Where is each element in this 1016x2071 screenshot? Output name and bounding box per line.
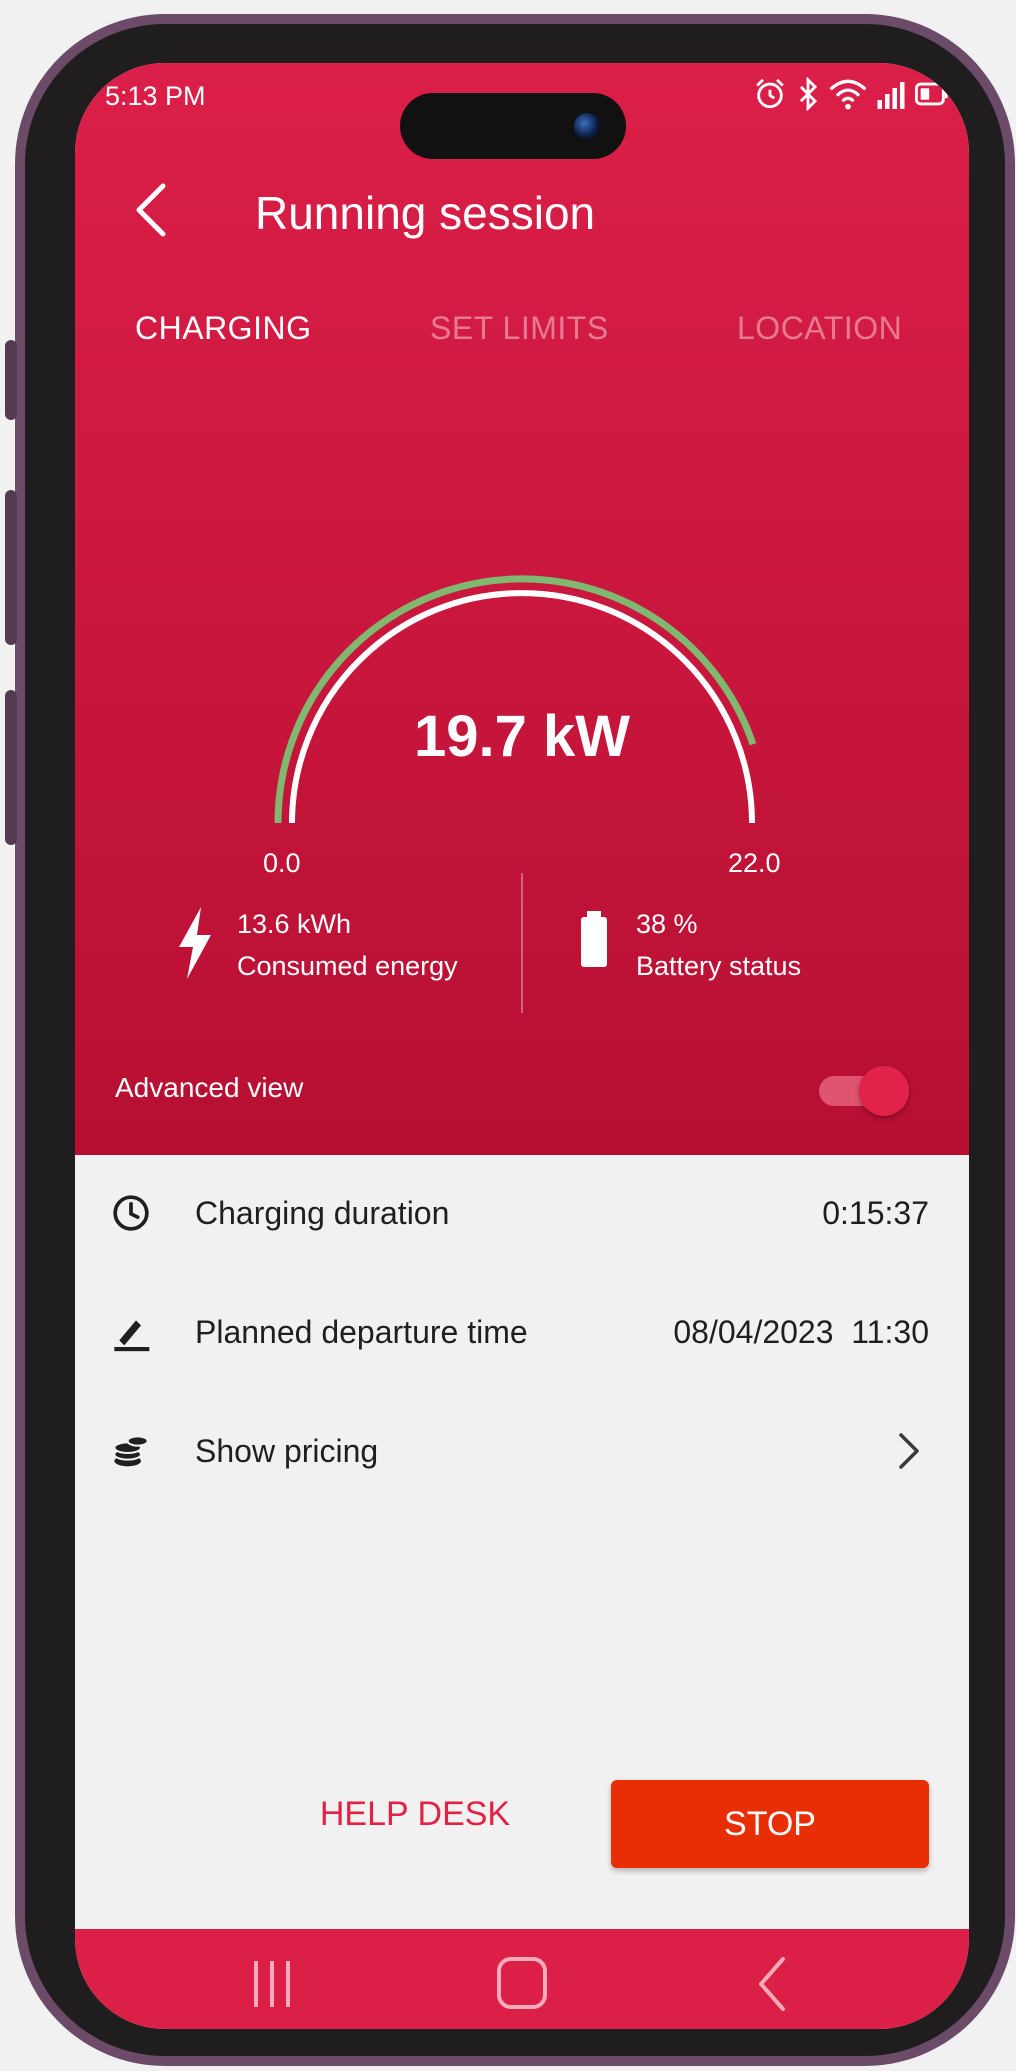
battery-status-stat: 38 % Battery status [572, 903, 902, 1013]
battery-status-value: 38 % [636, 909, 698, 939]
recent-apps-button[interactable] [232, 1949, 312, 2019]
tab-charging[interactable]: CHARGING [135, 310, 311, 347]
back-icon [759, 1957, 785, 2011]
stats-panel: 13.6 kWh Consumed energy 38 % Battery st… [75, 853, 969, 1073]
status-time: 5:13 PM [105, 81, 206, 111]
home-button[interactable] [482, 1949, 562, 2019]
coins-icon [113, 1435, 149, 1467]
consumed-energy-value: 13.6 kWh [237, 909, 352, 939]
battery-icon [915, 82, 948, 106]
camera-lens [574, 113, 600, 139]
planned-departure-value[interactable]: 08/04/2023 11:30 [673, 1314, 929, 1351]
recent-apps-icon [254, 1961, 290, 2007]
pencil-icon [114, 1320, 150, 1352]
advanced-view-label: Advanced view [115, 1072, 304, 1103]
hero-panel: 5:13 PM Running session CHARGING SET LIM… [75, 63, 969, 1155]
help-desk-button[interactable]: HELP DESK [315, 1769, 515, 1859]
camera-island [400, 93, 626, 159]
charging-duration-value: 0:15:37 [822, 1195, 929, 1231]
power-gauge: 19.7 kW 0.0 22.0 [75, 523, 969, 903]
screen: 5:13 PM Running session CHARGING SET LIM… [75, 63, 969, 2029]
charging-duration-label: Charging duration [195, 1195, 450, 1231]
show-pricing-label: Show pricing [195, 1433, 379, 1469]
toggle-knob [859, 1066, 909, 1116]
gauge-value: 19.7 kW [414, 704, 630, 769]
signal-icon [877, 82, 905, 109]
home-icon [497, 1957, 547, 2009]
alarm-icon [756, 78, 784, 109]
chevron-right-icon [899, 1433, 919, 1469]
system-nav-bar [75, 1929, 969, 2029]
gauge-progress-arc [274, 575, 757, 824]
charging-duration-row: Charging duration 0:15:37 [75, 1155, 969, 1274]
tab-bar: CHARGING SET LIMITS LOCATION [75, 298, 969, 378]
advanced-view-row: Advanced view [75, 1048, 969, 1128]
page-title: Running session [255, 187, 596, 239]
top-app-bar: Running session [75, 158, 969, 258]
tab-location[interactable]: LOCATION [737, 310, 902, 347]
tab-set-limits[interactable]: SET LIMITS [430, 310, 609, 347]
consumed-energy-stat: 13.6 kWh Consumed energy [173, 903, 503, 1013]
status-icons [753, 77, 949, 111]
system-back-button[interactable] [735, 1949, 815, 2019]
consumed-energy-label: Consumed energy [237, 951, 458, 981]
show-pricing-row[interactable]: Show pricing [75, 1393, 969, 1512]
planned-departure-label: Planned departure time [195, 1314, 528, 1350]
wifi-icon [829, 79, 867, 110]
clock-icon [113, 1195, 149, 1231]
details-list: Charging duration 0:15:37 Planned depart… [75, 1155, 969, 1512]
advanced-view-toggle[interactable] [815, 1066, 911, 1116]
battery-icon [581, 911, 607, 967]
stat-divider [521, 873, 523, 1013]
volume-down-button [5, 690, 17, 845]
chevron-left-icon [136, 183, 166, 237]
battery-status-label: Battery status [636, 951, 802, 981]
lightning-bolt-icon [179, 907, 211, 979]
stop-button[interactable]: STOP [611, 1780, 929, 1868]
volume-up-button [5, 490, 17, 645]
bluetooth-icon [799, 77, 818, 111]
back-button[interactable] [125, 180, 185, 240]
planned-departure-row[interactable]: Planned departure time 08/04/2023 11:30 [75, 1274, 969, 1393]
side-button [5, 340, 17, 420]
